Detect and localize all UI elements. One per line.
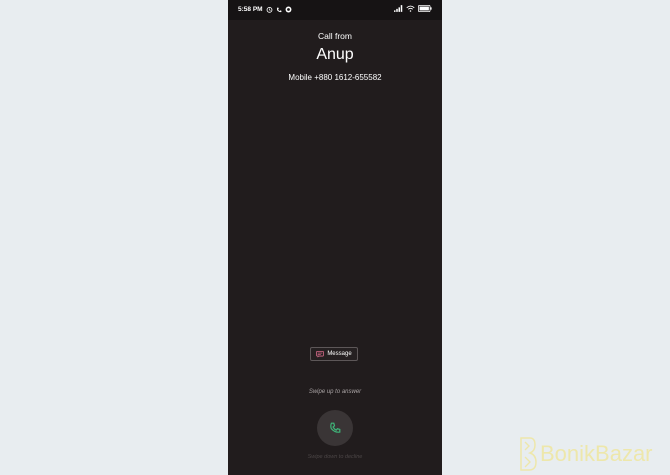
watermark-text: BonikBazar [540,441,653,466]
caller-name: Anup [316,46,354,63]
whatsapp-icon [285,6,292,13]
incoming-call-screen: 5:58 PM Call from Anup Mobile +880 1612-… [228,0,442,475]
message-icon [316,350,325,358]
watermark-logo: BonikBazar [518,437,653,471]
battery-icon [418,5,432,12]
status-bar: 5:58 PM [228,0,442,20]
call-from-label: Call from [317,31,352,41]
wifi-icon [406,5,415,12]
phone-answer-icon [329,422,341,434]
swipe-up-hint: Swipe up to answer [308,389,362,395]
message-button[interactable]: Message [310,347,358,361]
watermark-b-icon [520,437,537,471]
phone-icon [276,7,282,13]
message-label: Message [327,351,352,357]
caller-number: Mobile +880 1612-655582 [288,73,382,82]
status-right [394,5,432,12]
swipe-down-hint: Swipe down to decline [307,454,363,460]
signal-icon [394,5,403,12]
status-time: 5:58 PM [238,6,263,13]
status-left: 5:58 PM [238,6,292,13]
alarm-icon [266,6,273,13]
answer-call-button[interactable] [317,410,353,446]
